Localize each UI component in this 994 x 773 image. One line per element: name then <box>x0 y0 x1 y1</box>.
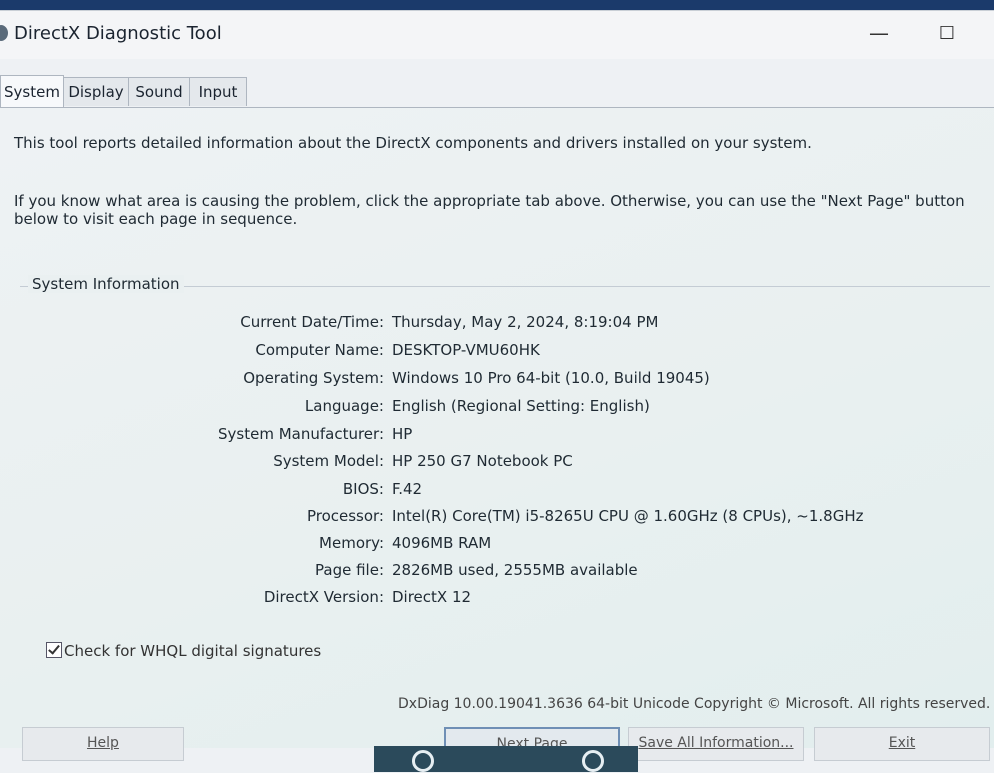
whql-checkbox[interactable] <box>46 642 62 658</box>
info-row-processor: Processor: Intel(R) Core(TM) i5-8265U CP… <box>20 507 990 529</box>
info-value: English (Regional Setting: English) <box>392 397 650 415</box>
exit-button-label: Exit <box>888 735 916 751</box>
info-value: Thursday, May 2, 2024, 8:19:04 PM <box>392 313 659 331</box>
info-row-language: Language: English (Regional Setting: Eng… <box>20 397 990 419</box>
info-label: Language: <box>304 397 384 415</box>
info-label: Operating System: <box>243 369 384 387</box>
info-row-bios: BIOS: F.42 <box>20 480 990 502</box>
system-information-group: System Information Current Date/Time: Th… <box>20 275 990 657</box>
copyright-text: DxDiag 10.00.19041.3636 64-bit Unicode C… <box>398 696 991 712</box>
info-label: System Manufacturer: <box>218 425 384 443</box>
whql-label: Check for WHQL digital signatures <box>64 642 322 660</box>
info-label: System Model: <box>273 452 384 470</box>
info-value: HP 250 G7 Notebook PC <box>392 452 573 470</box>
info-value: F.42 <box>392 480 423 498</box>
help-button[interactable]: Help <box>22 727 184 761</box>
exit-button[interactable]: Exit <box>814 727 990 761</box>
info-label: Memory: <box>319 534 384 552</box>
info-value: Windows 10 Pro 64-bit (10.0, Build 19045… <box>392 369 710 387</box>
info-value: Intel(R) Core(TM) i5-8265U CPU @ 1.60GHz… <box>392 507 864 525</box>
dxdiag-window: DirectX Diagnostic Tool — ☐ System Displ… <box>0 10 994 773</box>
maximize-button[interactable]: ☐ <box>932 21 962 47</box>
info-value: 4096MB RAM <box>392 534 492 552</box>
system-tab-pane: This tool reports detailed information a… <box>0 107 994 748</box>
group-title: System Information <box>28 275 184 293</box>
tab-display[interactable]: Display <box>63 77 129 106</box>
whql-checkbox-row[interactable]: Check for WHQL digital signatures <box>46 642 321 660</box>
tab-input[interactable]: Input <box>189 77 247 106</box>
dxdiag-app-icon <box>0 25 8 41</box>
info-row-computer-name: Computer Name: DESKTOP-VMU60HK <box>20 341 990 363</box>
save-all-button-label: Save All Information... <box>638 735 794 751</box>
info-value: DirectX 12 <box>392 588 472 606</box>
tab-system[interactable]: System <box>0 75 64 108</box>
taskbar-app-icon[interactable] <box>582 750 604 772</box>
info-value: 2826MB used, 2555MB available <box>392 561 638 579</box>
info-label: DirectX Version: <box>263 588 384 606</box>
instructions-text: If you know what area is causing the pro… <box>14 192 965 228</box>
info-row-memory: Memory: 4096MB RAM <box>20 534 990 556</box>
window-title: DirectX Diagnostic Tool <box>14 23 222 44</box>
info-label: BIOS: <box>342 480 384 498</box>
info-row-manufacturer: System Manufacturer: HP <box>20 425 990 447</box>
save-all-information-button[interactable]: Save All Information... <box>628 727 804 761</box>
info-row-os: Operating System: Windows 10 Pro 64-bit … <box>20 369 990 391</box>
info-label: Page file: <box>315 561 384 579</box>
minimize-button[interactable]: — <box>864 21 894 47</box>
info-label: Computer Name: <box>255 341 384 359</box>
info-row-directx-version: DirectX Version: DirectX 12 <box>20 588 990 610</box>
info-value: HP <box>392 425 413 443</box>
info-row-page-file: Page file: 2826MB used, 2555MB available <box>20 561 990 583</box>
info-row-date: Current Date/Time: Thursday, May 2, 2024… <box>20 313 990 335</box>
intro-text: This tool reports detailed information a… <box>14 134 812 152</box>
taskbar-app-icon[interactable] <box>412 750 434 772</box>
title-bar[interactable]: DirectX Diagnostic Tool — ☐ <box>0 11 994 59</box>
info-label: Current Date/Time: <box>240 313 384 331</box>
tab-sound[interactable]: Sound <box>128 77 190 106</box>
info-row-model: System Model: HP 250 G7 Notebook PC <box>20 452 990 474</box>
help-button-label: Help <box>87 735 119 751</box>
info-label: Processor: <box>306 507 384 525</box>
info-value: DESKTOP-VMU60HK <box>392 341 540 359</box>
taskbar <box>374 746 638 772</box>
